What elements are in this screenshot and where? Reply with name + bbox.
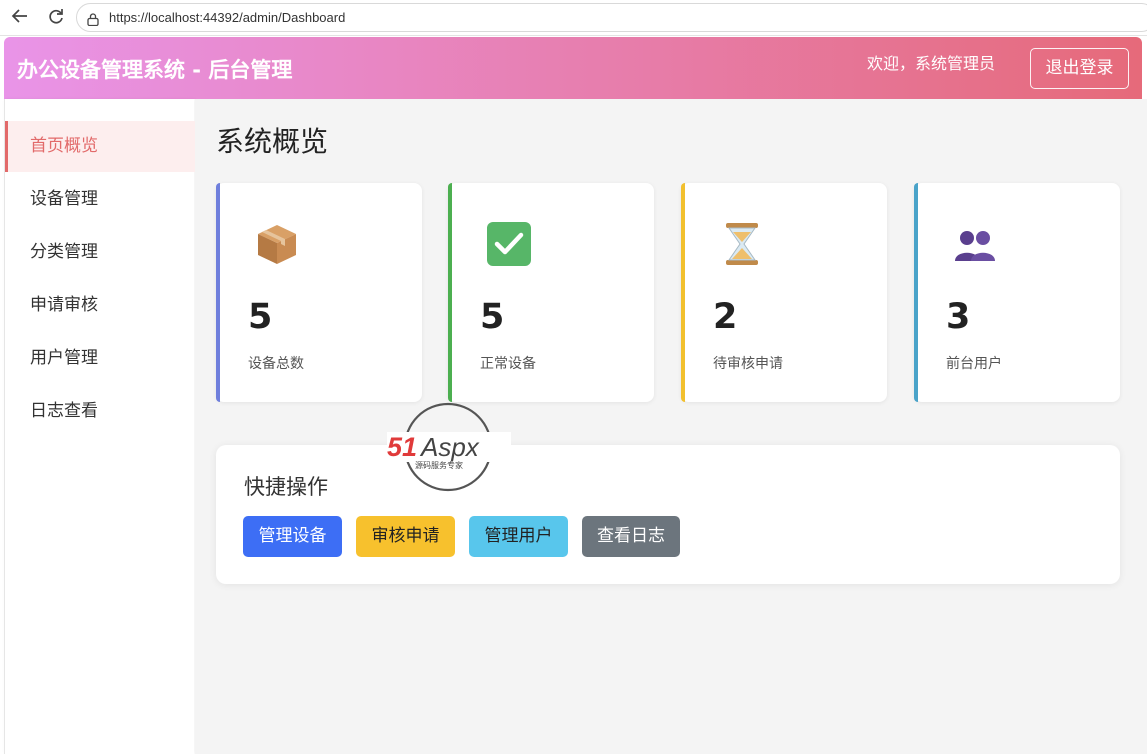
sidebar-item-users[interactable]: 用户管理 xyxy=(5,333,195,384)
svg-text:Aspx: Aspx xyxy=(419,432,480,462)
sidebar-item-dashboard[interactable]: 首页概览 xyxy=(5,121,195,172)
package-icon xyxy=(254,221,300,267)
app-title: 办公设备管理系统 - 后台管理 xyxy=(17,58,293,82)
card-accent xyxy=(914,183,918,402)
sidebar-item-logs[interactable]: 日志查看 xyxy=(5,386,195,437)
sidebar-item-applications[interactable]: 申请审核 xyxy=(5,280,195,331)
app-header: 办公设备管理系统 - 后台管理 欢迎，系统管理员 退出登录 xyxy=(4,37,1142,99)
stat-value: 5 xyxy=(480,297,505,337)
url-text: https://localhost:44392/admin/Dashboard xyxy=(109,10,346,25)
svg-text:源码服务专家: 源码服务专家 xyxy=(415,460,463,470)
sidebar-item-categories[interactable]: 分类管理 xyxy=(5,227,195,278)
welcome-text: 欢迎，系统管理员 xyxy=(867,54,996,73)
watermark-logo: 51 Aspx 源码服务专家 xyxy=(385,400,515,495)
stat-card-normal-devices: 5 正常设备 xyxy=(448,183,654,402)
stat-label: 正常设备 xyxy=(480,356,536,372)
sidebar: 首页概览 设备管理 分类管理 申请审核 用户管理 日志查看 xyxy=(4,99,195,754)
card-accent xyxy=(216,183,220,402)
review-applications-button[interactable]: 审核申请 xyxy=(356,516,455,557)
stat-label: 前台用户 xyxy=(946,356,1002,372)
sidebar-item-devices[interactable]: 设备管理 xyxy=(5,174,195,225)
quick-actions-panel: 快捷操作 管理设备 审核申请 管理用户 查看日志 xyxy=(216,445,1120,584)
checkmark-icon xyxy=(486,221,532,267)
page-title: 系统概览 xyxy=(216,125,329,158)
card-accent xyxy=(448,183,452,402)
svg-text:51: 51 xyxy=(387,432,417,462)
manage-devices-button[interactable]: 管理设备 xyxy=(243,516,342,557)
browser-toolbar: https://localhost:44392/admin/Dashboard xyxy=(0,0,1147,36)
users-icon xyxy=(952,221,998,267)
quick-actions-title: 快捷操作 xyxy=(244,475,328,499)
stat-value: 5 xyxy=(248,297,273,337)
stat-value: 2 xyxy=(713,297,738,337)
card-accent xyxy=(681,183,685,402)
reload-icon[interactable] xyxy=(44,6,68,28)
stat-label: 待审核申请 xyxy=(713,356,783,372)
address-bar[interactable]: https://localhost:44392/admin/Dashboard xyxy=(76,3,1147,32)
view-logs-button[interactable]: 查看日志 xyxy=(582,516,680,557)
manage-users-button[interactable]: 管理用户 xyxy=(469,516,568,557)
lock-icon xyxy=(87,11,99,27)
stat-card-total-devices: 5 设备总数 xyxy=(216,183,422,402)
stat-label: 设备总数 xyxy=(248,356,304,372)
stat-card-front-users: 3 前台用户 xyxy=(914,183,1120,402)
stat-value: 3 xyxy=(946,297,971,337)
back-arrow-icon[interactable] xyxy=(8,6,32,28)
hourglass-icon xyxy=(719,221,765,267)
logout-button[interactable]: 退出登录 xyxy=(1030,48,1129,89)
stat-card-pending-applications: 2 待审核申请 xyxy=(681,183,887,402)
main-content: 系统概览 5 设备总数 5 正常设备 2 待审核申请 3 前台用户 快捷操作 管… xyxy=(195,99,1147,754)
